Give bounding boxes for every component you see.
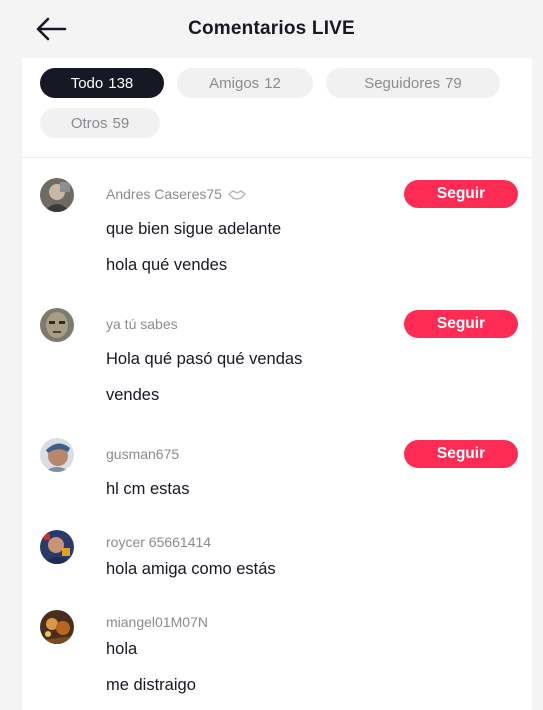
follow-button[interactable]: Seguir — [404, 180, 518, 208]
avatar-image — [40, 438, 74, 472]
tab-seguidores[interactable]: Seguidores 79 — [326, 68, 500, 98]
avatar-image — [40, 610, 74, 644]
tab-todo-count: 138 — [108, 74, 134, 92]
comment-item: roycer 65661414 hola amiga como estás — [22, 524, 532, 594]
tab-todo[interactable]: Todo 138 — [40, 68, 164, 98]
avatar-image — [40, 178, 74, 212]
comment-username[interactable]: gusman675 — [106, 446, 179, 462]
tab-seguidores-count: 79 — [445, 74, 462, 92]
comments-panel: Todo 138 Amigos 12 Seguidores 79 Otros 59 An… — [22, 58, 532, 710]
tab-seguidores-label: Seguidores — [364, 74, 441, 92]
arrow-left-icon — [36, 17, 67, 41]
avatar[interactable] — [40, 438, 74, 472]
tab-amigos-label: Amigos — [209, 74, 260, 92]
comment-username[interactable]: ya tú sabes — [106, 316, 178, 332]
avatar[interactable] — [40, 610, 74, 644]
comment-text: Hola qué pasó qué vendas — [106, 350, 303, 368]
avatar-image — [40, 530, 74, 564]
filter-tabs: Todo 138 Amigos 12 Seguidores 79 Otros 59 — [22, 58, 532, 158]
back-button[interactable] — [34, 14, 68, 44]
comment-text: que bien sigue adelante — [106, 220, 282, 238]
follow-button[interactable]: Seguir — [404, 310, 518, 338]
tab-otros-label: Otros — [70, 114, 108, 132]
username-text: Andres Caseres75 — [106, 186, 222, 202]
avatar[interactable] — [40, 530, 74, 564]
tab-otros-count: 59 — [112, 114, 130, 132]
avatar[interactable] — [40, 308, 74, 342]
tab-todo-label: Todo — [70, 74, 104, 92]
comment-text: hola amiga como estás — [106, 560, 276, 578]
comment-item: gusman675 Seguir hl cm estas — [22, 436, 532, 526]
comment-text: hola — [106, 640, 138, 658]
tab-amigos-count: 12 — [264, 74, 281, 92]
comment-text: hl cm estas — [106, 480, 190, 498]
comment-text: vendes — [106, 386, 160, 404]
comment-username[interactable]: Andres Caseres75 — [106, 186, 246, 202]
avatar-image — [40, 308, 74, 342]
tab-amigos[interactable]: Amigos 12 — [177, 68, 313, 98]
comment-item: ya tú sabes Seguir Hola qué pasó qué ven… — [22, 306, 532, 426]
comment-text: hola qué vendes — [106, 256, 228, 274]
tab-otros[interactable]: Otros 59 — [40, 108, 160, 138]
comment-item: Andres Caseres75 Seguir que bien sigue a… — [22, 176, 532, 296]
handshake-icon — [227, 190, 246, 201]
comment-username[interactable]: roycer 65661414 — [106, 534, 211, 550]
header-bar: Comentarios LIVE — [0, 0, 543, 58]
comment-username[interactable]: miangel01M07N — [106, 614, 208, 630]
comment-item: miangel01M07N hola me distraigo — [22, 604, 532, 710]
comment-text: me distraigo — [106, 676, 196, 694]
page-title: Comentarios LIVE — [188, 18, 355, 39]
follow-button[interactable]: Seguir — [404, 440, 518, 468]
avatar[interactable] — [40, 178, 74, 212]
